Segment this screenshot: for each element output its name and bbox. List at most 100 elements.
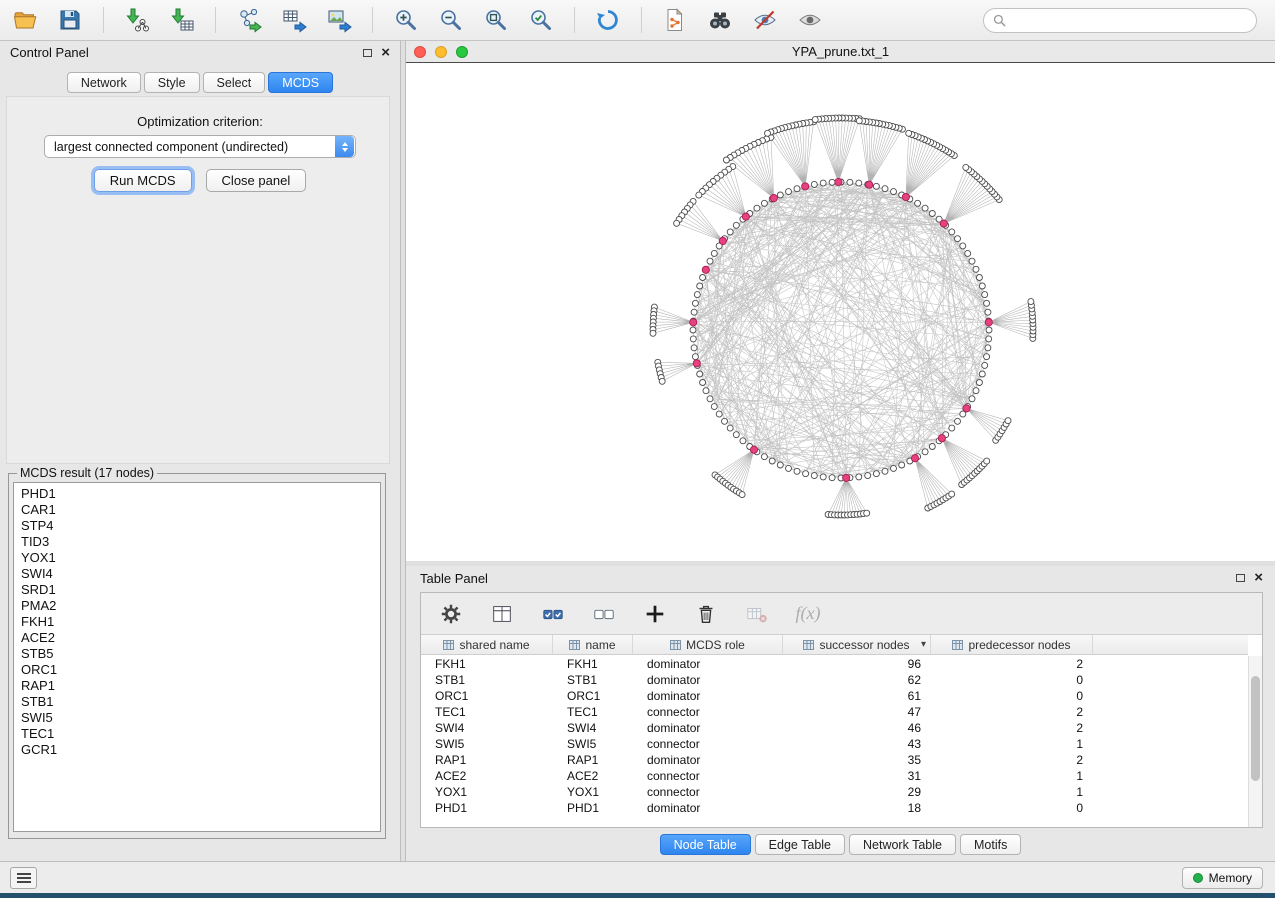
table-row[interactable]: RAP1RAP1dominator352 [421,752,1248,768]
network-graph[interactable] [406,63,1274,561]
table-cell: ACE2 [421,769,553,783]
open-folder-icon[interactable] [10,5,40,35]
table-row[interactable]: SWI5SWI5connector431 [421,736,1248,752]
document-share-icon[interactable] [660,5,690,35]
memory-button[interactable]: Memory [1182,867,1263,889]
mcds-result-list[interactable]: PHD1CAR1STP4TID3YOX1SWI4SRD1PMA2FKH1ACE2… [13,482,381,832]
column-header-MCDS-role[interactable]: MCDS role [633,635,783,654]
column-header-successor-nodes[interactable]: successor nodes▾ [783,635,931,654]
mcds-result-item[interactable]: PMA2 [21,598,373,614]
import-table-icon[interactable] [167,5,197,35]
delete-column-icon[interactable] [693,601,719,627]
table-panel-tabs: Node TableEdge TableNetwork TableMotifs [406,834,1275,855]
mcds-result-item[interactable]: STB5 [21,646,373,662]
mcds-result-item[interactable]: ACE2 [21,630,373,646]
show-results-icon[interactable] [795,5,825,35]
sort-descending-icon: ▾ [921,639,926,650]
network-canvas[interactable] [406,62,1275,561]
close-table-panel-icon[interactable]: × [1254,573,1263,583]
column-header-name[interactable]: name [553,635,633,654]
table-row[interactable]: SWI4SWI4dominator462 [421,720,1248,736]
mcds-result-item[interactable]: STB1 [21,694,373,710]
zoom-out-icon[interactable] [436,5,466,35]
mcds-result-item[interactable]: TEC1 [21,726,373,742]
mcds-result-item[interactable]: SWI4 [21,566,373,582]
export-network-icon[interactable] [234,5,264,35]
refresh-icon[interactable] [593,5,623,35]
binoculars-icon[interactable] [705,5,735,35]
mcds-result-item[interactable]: YOX1 [21,550,373,566]
column-header-shared-name[interactable]: shared name [421,635,553,654]
tab-network-table[interactable]: Network Table [849,834,956,855]
tab-mcds[interactable]: MCDS [268,72,333,93]
table-row[interactable]: TEC1TEC1connector472 [421,704,1248,720]
search-input[interactable] [1012,13,1247,27]
hide-results-icon[interactable] [750,5,780,35]
mcds-result-item[interactable]: FKH1 [21,614,373,630]
table-settings-icon[interactable] [438,601,464,627]
column-header-predecessor-nodes[interactable]: predecessor nodes [931,635,1093,654]
table-cell: 0 [931,673,1093,687]
dropdown-stepper-icon [335,136,354,157]
deselect-all-rows-icon[interactable] [591,601,617,627]
tab-edge-table[interactable]: Edge Table [755,834,845,855]
show-columns-icon[interactable] [489,601,515,627]
network-window: YPA_prune.txt_1 [406,41,1275,561]
table-row[interactable]: ORC1ORC1dominator610 [421,688,1248,704]
run-mcds-button[interactable]: Run MCDS [94,169,192,192]
close-panel-icon[interactable]: × [381,48,390,58]
criterion-dropdown[interactable]: largest connected component (undirected) [44,135,356,158]
create-column-icon[interactable] [642,601,668,627]
table-cell: SWI4 [421,721,553,735]
table-cell: dominator [633,673,783,687]
table-row[interactable]: STB1STB1dominator620 [421,672,1248,688]
search-box[interactable] [983,8,1257,33]
table-row[interactable]: ACE2ACE2connector311 [421,768,1248,784]
float-panel-icon[interactable] [363,49,372,57]
table-header-row: shared namenameMCDS rolesuccessor nodes▾… [421,635,1248,655]
mcds-result-item[interactable]: SWI5 [21,710,373,726]
table-cell: dominator [633,721,783,735]
mcds-result-item[interactable]: STP4 [21,518,373,534]
float-table-panel-icon[interactable] [1236,574,1245,582]
save-icon[interactable] [55,5,85,35]
mcds-result-item[interactable]: ORC1 [21,662,373,678]
table-cell: 47 [783,705,931,719]
scrollbar-thumb[interactable] [1251,676,1260,781]
table-row[interactable]: FKH1FKH1dominator962 [421,656,1248,672]
table-cell: 2 [931,657,1093,671]
zoom-in-icon[interactable] [391,5,421,35]
table-cell: 31 [783,769,931,783]
show-panels-button[interactable] [10,867,37,889]
import-network-icon[interactable] [122,5,152,35]
export-image-icon[interactable] [324,5,354,35]
mcds-result-item[interactable]: GCR1 [21,742,373,758]
toolbar-separator [215,7,216,33]
tab-style[interactable]: Style [144,72,200,93]
select-all-rows-icon[interactable] [540,601,566,627]
table-row[interactable]: YOX1YOX1connector291 [421,784,1248,800]
export-table-icon[interactable] [279,5,309,35]
mcds-result-item[interactable]: RAP1 [21,678,373,694]
close-mcds-panel-button[interactable]: Close panel [206,169,307,192]
tab-select[interactable]: Select [203,72,266,93]
zoom-selected-icon[interactable] [526,5,556,35]
table-cell: 1 [931,769,1093,783]
mcds-result-item[interactable]: TID3 [21,534,373,550]
zoom-fit-icon[interactable] [481,5,511,35]
table-cell: 62 [783,673,931,687]
table-toolbar: f(x) [421,593,1262,635]
table-cell: dominator [633,753,783,767]
toolbar-separator [103,7,104,33]
tab-node-table[interactable]: Node Table [660,834,751,855]
mcds-result-item[interactable]: SRD1 [21,582,373,598]
table-row[interactable]: PHD1PHD1dominator180 [421,800,1248,816]
mcds-result-item[interactable]: CAR1 [21,502,373,518]
tab-motifs[interactable]: Motifs [960,834,1021,855]
network-window-titlebar[interactable]: YPA_prune.txt_1 [406,41,1275,62]
tab-network[interactable]: Network [67,72,141,93]
mcds-result-item[interactable]: PHD1 [21,486,373,502]
table-cell: dominator [633,689,783,703]
table-cell: connector [633,785,783,799]
table-scrollbar[interactable] [1248,656,1262,827]
